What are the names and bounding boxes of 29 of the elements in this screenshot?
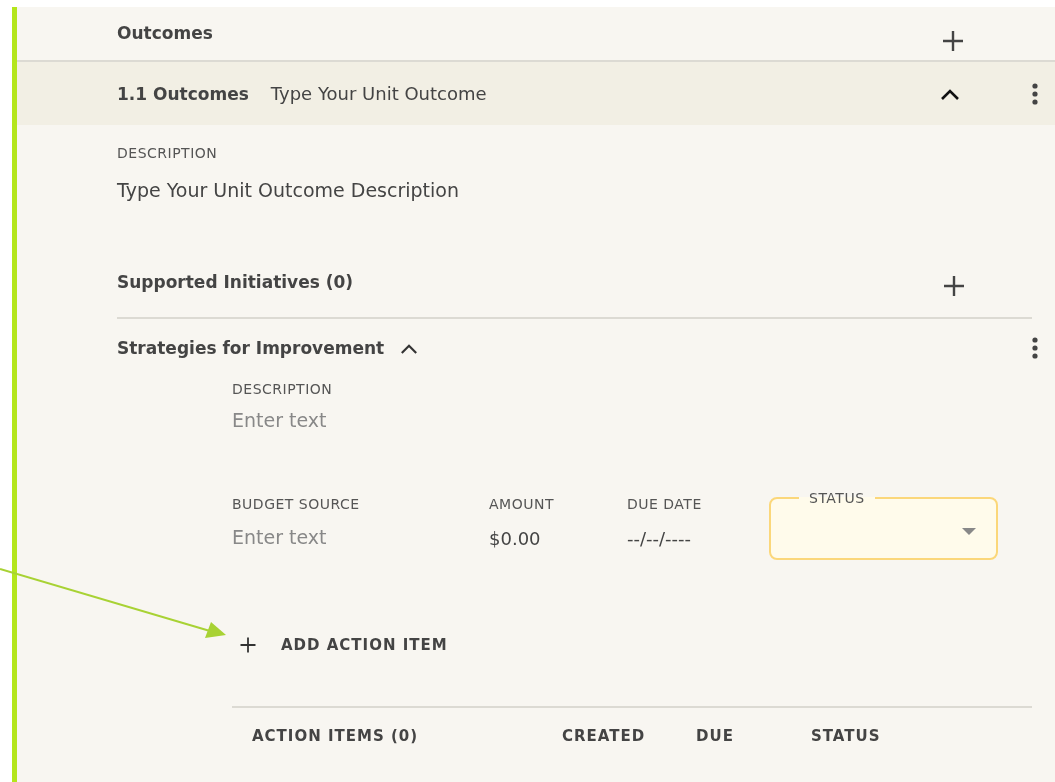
field-label: DESCRIPTION [117,145,219,161]
chevron-icon[interactable] [400,342,419,354]
more-icon[interactable] [1032,337,1038,359]
section-title: Strategies for Improvement [117,338,385,358]
description-field[interactable]: Enter text [232,409,432,431]
add-action-item-button[interactable]: ADD ACTION ITEM [239,636,448,654]
field-value[interactable]: $0.00 [489,528,627,549]
add-icon[interactable] [942,274,966,298]
section-title: Outcomes [117,23,213,43]
field-label: AMOUNT [489,496,555,512]
budget-source-field[interactable]: Enter text [232,526,432,548]
column-header: ACTION ITEMS (0) [252,727,419,745]
outcome-number: 1.1 Outcomes [117,83,249,104]
field-label: BUDGET SOURCE [232,496,361,512]
chevron-icon[interactable] [940,87,960,100]
column-header: DUE [696,727,734,745]
outcome-description: Type Your Unit Outcome Description [117,179,460,201]
status-select[interactable]: STATUS [769,490,998,560]
outcome-title: Type Your Unit Outcome [270,83,488,104]
dropdown-caret-icon[interactable] [962,528,976,535]
plus-icon [239,636,257,654]
field-value[interactable]: --/--/---- [627,528,769,549]
field-label: DUE DATE [627,496,703,512]
add-icon[interactable] [941,29,965,53]
more-icon[interactable] [1032,82,1038,105]
column-header: CREATED [562,727,646,745]
section-title: Supported Initiatives (0) [117,272,354,292]
field-label: DESCRIPTION [232,381,334,397]
column-header: STATUS [811,727,881,745]
